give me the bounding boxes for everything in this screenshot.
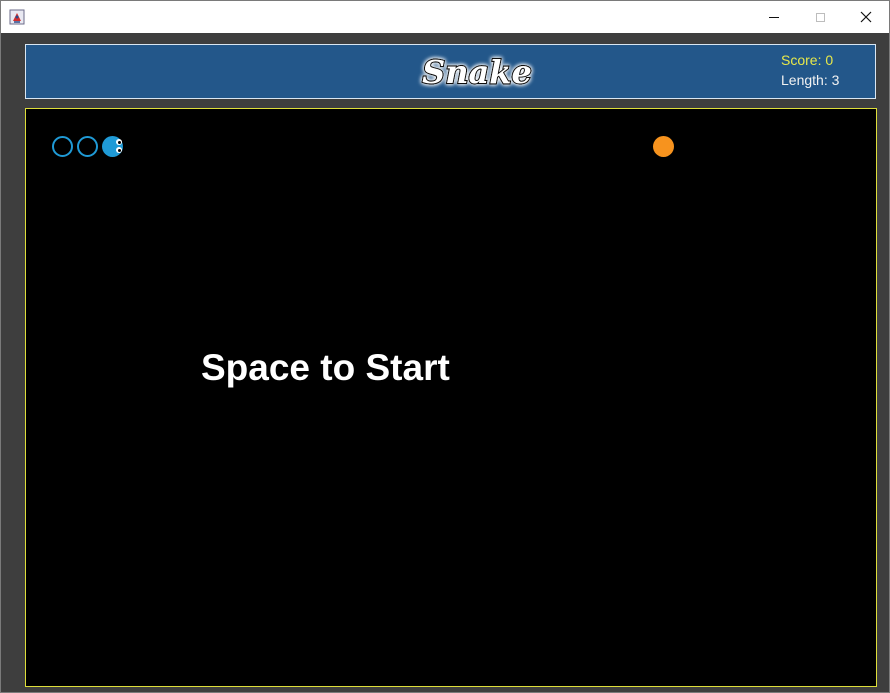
game-title-logo: Snake	[421, 52, 533, 92]
snake-eye-icon	[116, 139, 122, 145]
game-window: Snake Score: 0 Length: 3 Space to Start	[0, 0, 890, 693]
snake-eye-icon	[116, 147, 122, 153]
window-titlebar[interactable]	[1, 1, 889, 33]
score-display: Score: 0	[781, 52, 834, 68]
snake-body-segment	[77, 136, 98, 157]
minimize-button[interactable]	[751, 1, 797, 33]
maximize-button[interactable]	[797, 1, 843, 33]
close-icon	[860, 11, 872, 23]
snake-head	[102, 136, 123, 157]
maximize-icon	[815, 12, 825, 22]
game-title: Snake	[422, 53, 532, 91]
game-board[interactable]: Space to Start	[25, 108, 877, 687]
java-cup-icon	[9, 9, 25, 25]
start-prompt: Space to Start	[201, 347, 450, 388]
snake-body-segment	[52, 136, 73, 157]
length-display: Length: 3	[781, 72, 840, 88]
close-button[interactable]	[843, 1, 889, 33]
minimize-icon	[769, 16, 779, 18]
food-orb-icon	[653, 136, 674, 157]
header-panel: Snake Score: 0 Length: 3	[25, 44, 876, 99]
